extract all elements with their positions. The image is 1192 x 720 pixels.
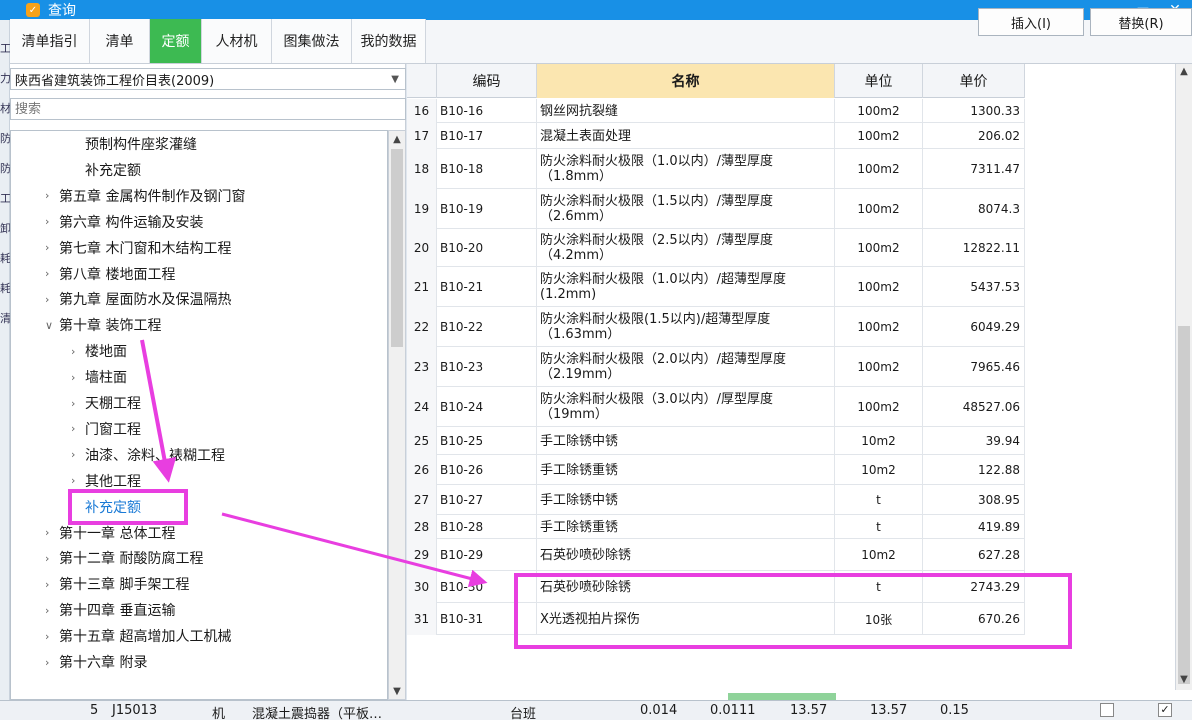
- arrow-to-tree-item: [140, 339, 177, 483]
- annotation-arrows: [140, 339, 488, 588]
- arrow-to-table-rows: [221, 512, 488, 588]
